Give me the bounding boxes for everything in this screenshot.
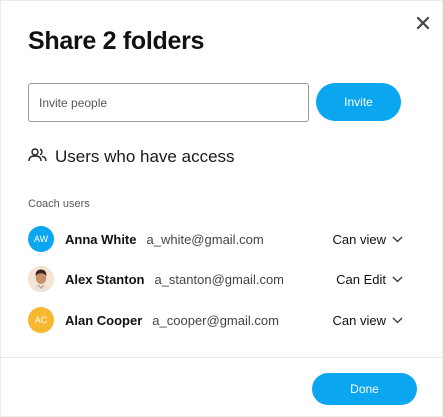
- user-email: a_stanton@gmail.com: [154, 271, 285, 287]
- share-dialog: Share 2 folders Invite Users who have ac…: [0, 0, 443, 417]
- permission-label: Can view: [332, 312, 386, 328]
- chevron-down-icon: [392, 236, 403, 242]
- done-button[interactable]: Done: [312, 373, 417, 405]
- avatar: AW: [28, 226, 54, 252]
- permission-dropdown[interactable]: Can view: [333, 225, 403, 253]
- avatar-initials: AW: [33, 234, 49, 244]
- user-name: Alex Stanton: [65, 271, 145, 287]
- users-icon: [28, 147, 47, 167]
- user-row: AW Anna White a_white@gmail.com Can view: [28, 225, 403, 253]
- access-section-title: Users who have access: [55, 147, 235, 166]
- chevron-down-icon: [392, 276, 403, 282]
- avatar: AC: [28, 307, 54, 333]
- invite-people-input[interactable]: [28, 83, 309, 122]
- access-section-header: Users who have access: [28, 147, 235, 167]
- avatar-initials: AC: [34, 315, 48, 325]
- permission-dropdown[interactable]: Can Edit: [336, 265, 403, 293]
- chevron-down-icon: [392, 317, 403, 323]
- invite-button[interactable]: Invite: [316, 83, 401, 121]
- avatar: [28, 266, 54, 292]
- user-name: Anna White: [65, 231, 137, 247]
- user-row: AC Alan Cooper a_cooper@gmail.com Can vi…: [28, 306, 403, 334]
- dialog-title: Share 2 folders: [28, 27, 205, 55]
- avatar-photo: [28, 266, 54, 292]
- permission-label: Can view: [332, 231, 386, 247]
- permission-dropdown[interactable]: Can view: [333, 306, 403, 334]
- user-email: a_white@gmail.com: [146, 231, 264, 247]
- footer-divider: [1, 357, 443, 358]
- user-row: Alex Stanton a_stanton@gmail.com Can Edi…: [28, 265, 403, 293]
- permission-label: Can Edit: [336, 271, 386, 287]
- user-email: a_cooper@gmail.com: [152, 312, 279, 328]
- close-icon[interactable]: [414, 14, 432, 32]
- group-label: Coach users: [28, 198, 90, 210]
- user-name: Alan Cooper: [65, 312, 143, 328]
